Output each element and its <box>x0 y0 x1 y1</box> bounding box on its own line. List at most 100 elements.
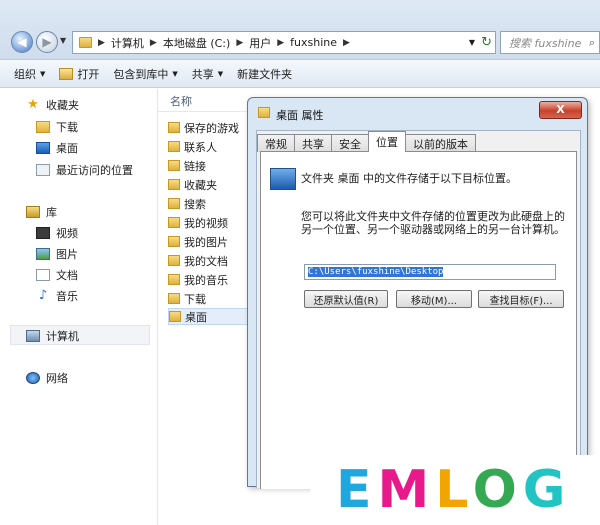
watermark-letter: O <box>472 460 523 520</box>
nav-item-pictures[interactable]: 图片 <box>36 246 78 262</box>
file-item[interactable]: 我的文档 <box>168 252 250 269</box>
share-label: 共享 <box>191 67 214 81</box>
nav-label: 计算机 <box>46 330 79 343</box>
move-button[interactable]: 移动(M)... <box>396 290 472 308</box>
address-toolbar: ◀ ▶ ▼ ▶ 计算机 ▶ 本地磁盘 (C:) ▶ 用户 ▶ fuxshine … <box>0 0 600 60</box>
nav-label: 最近访问的位置 <box>56 164 133 177</box>
command-bar: 组织 ▼ 打开 包含到库中 ▼ 共享 ▼ 新建文件夹 <box>0 60 600 88</box>
picture-icon <box>36 248 50 260</box>
address-dropdown-icon[interactable]: ▼ <box>469 38 475 47</box>
back-arrow-icon: ◀ <box>17 35 27 49</box>
folder-icon <box>79 37 92 48</box>
restore-default-button[interactable]: 还原默认值(R) <box>304 290 388 308</box>
location-tab-panel: 文件夹 桌面 中的文件存储于以下目标位置。 您可以将此文件夹中文件存储的位置更改… <box>260 151 577 489</box>
watermark-letter: L <box>435 460 473 520</box>
chevron-right-icon[interactable]: ▶ <box>277 38 284 48</box>
network-icon <box>26 372 40 384</box>
watermark-letter: G <box>522 460 572 520</box>
nav-libraries[interactable]: 库 <box>26 204 57 220</box>
forward-arrow-icon: ▶ <box>42 35 52 49</box>
nav-label: 音乐 <box>56 290 78 303</box>
file-item[interactable]: 我的视频 <box>168 214 250 231</box>
recent-pages-dropdown-icon[interactable]: ▼ <box>60 36 66 45</box>
nav-favorites[interactable]: ★ 收藏夹 <box>26 97 79 113</box>
file-item[interactable]: 我的图片 <box>168 233 250 250</box>
chevron-right-icon[interactable]: ▶ <box>236 38 243 48</box>
location-help-text: 您可以将此文件夹中文件存储的位置更改为此硬盘上的另一个位置、另一个驱动器或网络上… <box>301 210 565 236</box>
organize-menu[interactable]: 组织 ▼ <box>14 66 45 82</box>
nav-network[interactable]: 网络 <box>26 370 68 386</box>
properties-dialog: 桌面 属性 X 常规 共享 安全 位置 以前的版本 文件夹 桌面 中的文件存储于… <box>247 97 588 489</box>
nav-item-recent[interactable]: 最近访问的位置 <box>36 162 133 178</box>
chevron-right-icon[interactable]: ▶ <box>98 38 105 48</box>
tab-strip: 常规 共享 安全 位置 以前的版本 <box>257 131 476 152</box>
column-header-name[interactable]: 名称 <box>170 93 192 109</box>
tab-previous-versions[interactable]: 以前的版本 <box>405 134 476 152</box>
file-item[interactable]: 我的音乐 <box>168 271 250 288</box>
tab-location[interactable]: 位置 <box>368 131 406 152</box>
downloads-folder-icon <box>36 121 50 133</box>
nav-item-videos[interactable]: 视频 <box>36 225 78 241</box>
file-item[interactable]: 搜索 <box>168 195 250 212</box>
file-item-selected[interactable]: 桌面 <box>168 308 250 325</box>
file-item[interactable]: 下载 <box>168 290 250 307</box>
search-icon[interactable]: ⌕ <box>589 36 595 50</box>
nav-computer[interactable]: 计算机 <box>26 328 79 344</box>
folder-icon <box>168 236 180 247</box>
file-name: 我的图片 <box>184 235 228 249</box>
nav-label: 文档 <box>56 269 78 282</box>
folder-icon <box>168 255 180 266</box>
search-input[interactable]: 搜索 fuxshine ⌕ <box>500 31 600 54</box>
folder-icon <box>169 311 181 322</box>
dialog-title: 桌面 属性 <box>276 109 324 122</box>
desktop-icon <box>270 168 296 190</box>
file-name: 保存的游戏 <box>184 121 239 135</box>
dropdown-icon: ▼ <box>217 69 224 78</box>
file-name: 联系人 <box>184 140 217 154</box>
nav-item-downloads[interactable]: 下载 <box>36 119 78 135</box>
open-button[interactable]: 打开 <box>59 66 99 82</box>
back-button[interactable]: ◀ <box>11 31 33 53</box>
nav-item-music[interactable]: ♪ 音乐 <box>36 288 78 304</box>
nav-label: 收藏夹 <box>46 99 79 112</box>
file-item[interactable]: 联系人 <box>168 138 250 155</box>
find-target-button[interactable]: 查找目标(F)... <box>478 290 564 308</box>
file-item[interactable]: 收藏夹 <box>168 176 250 193</box>
breadcrumb-drive[interactable]: 本地磁盘 (C:) <box>163 35 230 51</box>
path-field[interactable]: C:\Users\fuxshine\Desktop <box>304 264 556 280</box>
forward-button[interactable]: ▶ <box>36 31 58 53</box>
chevron-right-icon[interactable]: ▶ <box>343 38 350 48</box>
nav-label: 网络 <box>46 372 68 385</box>
include-in-library-menu[interactable]: 包含到库中 ▼ <box>113 66 177 82</box>
breadcrumb-user[interactable]: fuxshine <box>290 36 337 49</box>
computer-icon <box>26 330 40 342</box>
tab-general[interactable]: 常规 <box>257 134 295 152</box>
new-folder-button[interactable]: 新建文件夹 <box>237 66 292 82</box>
address-bar[interactable]: ▶ 计算机 ▶ 本地磁盘 (C:) ▶ 用户 ▶ fuxshine ▶ ▼ ↻ <box>72 31 496 54</box>
folder-icon <box>168 122 180 133</box>
nav-item-desktop[interactable]: 桌面 <box>36 140 78 156</box>
share-menu[interactable]: 共享 ▼ <box>192 66 223 82</box>
folder-icon <box>168 217 180 228</box>
document-icon <box>36 269 50 281</box>
folder-icon <box>168 160 180 171</box>
nav-item-documents[interactable]: 文档 <box>36 267 78 283</box>
file-name: 搜索 <box>184 197 206 211</box>
tab-sharing[interactable]: 共享 <box>294 134 332 152</box>
file-item[interactable]: 链接 <box>168 157 250 174</box>
open-label: 打开 <box>77 67 100 81</box>
file-item[interactable]: 保存的游戏 <box>168 119 250 136</box>
recent-places-icon <box>36 164 50 176</box>
breadcrumb-users[interactable]: 用户 <box>249 35 271 51</box>
file-name: 我的音乐 <box>184 273 228 287</box>
file-name: 链接 <box>184 159 206 173</box>
video-icon <box>36 227 50 239</box>
column-header-divider <box>158 111 248 112</box>
close-button[interactable]: X <box>539 101 582 119</box>
refresh-icon[interactable]: ↻ <box>481 35 492 50</box>
watermark-logo: EMLOG <box>336 461 571 519</box>
chevron-right-icon[interactable]: ▶ <box>150 38 157 48</box>
tab-security[interactable]: 安全 <box>331 134 369 152</box>
breadcrumb-computer[interactable]: 计算机 <box>111 35 144 51</box>
open-folder-icon <box>59 67 74 80</box>
